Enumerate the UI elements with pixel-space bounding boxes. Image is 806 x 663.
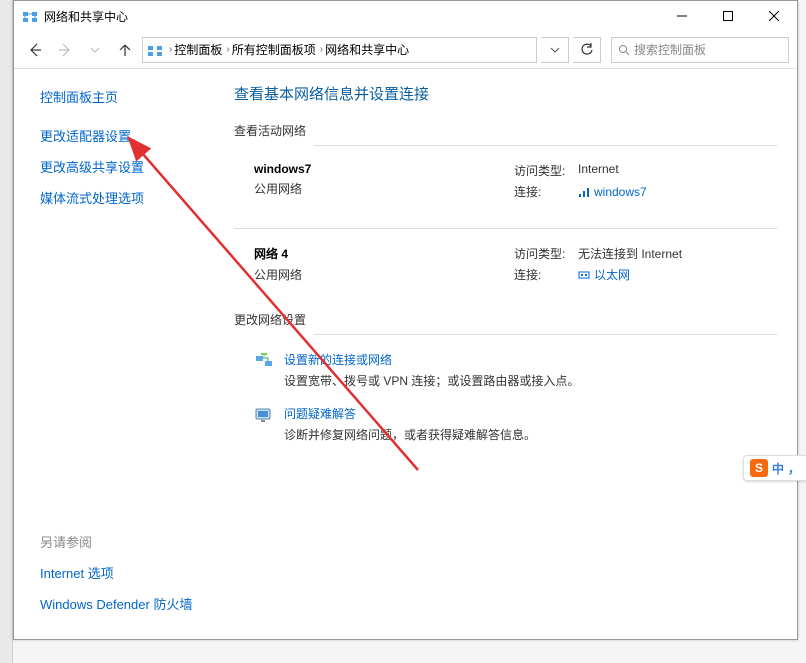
breadcrumb-icon: [147, 42, 163, 58]
minimize-button[interactable]: [659, 1, 705, 31]
search-icon: [618, 44, 630, 56]
settings-item-troubleshoot: 问题疑难解答 诊断并修复网络问题，或者获得疑难解答信息。: [254, 405, 777, 443]
connection-label: 连接:: [514, 266, 578, 283]
change-settings-label: 更改网络设置: [234, 311, 777, 328]
troubleshoot-desc: 诊断并修复网络问题，或者获得疑难解答信息。: [284, 426, 536, 443]
ime-mode: 中: [772, 460, 784, 477]
connection-link[interactable]: windows7: [578, 183, 647, 200]
ime-punct: ，: [788, 460, 800, 477]
breadcrumb-label: 网络和共享中心: [325, 41, 409, 58]
settings-item-setup: 设置新的连接或网络 设置宽带、拨号或 VPN 连接；或设置路由器或接入点。: [254, 351, 777, 389]
troubleshoot-icon: [254, 405, 274, 425]
refresh-button[interactable]: [573, 37, 601, 63]
access-type-label: 访问类型:: [514, 162, 578, 179]
sidebar-link-media-streaming[interactable]: 媒体流式处理选项: [40, 188, 200, 207]
breadcrumb-label: 控制面板: [174, 41, 222, 58]
nav-forward-button[interactable]: [52, 37, 78, 63]
connection-value: 以太网: [594, 266, 630, 283]
divider: [234, 228, 777, 229]
active-networks-label: 查看活动网络: [234, 122, 777, 139]
nav-up-button[interactable]: [112, 37, 138, 63]
body: 控制面板主页 更改适配器设置 更改高级共享设置 媒体流式处理选项 另请参阅 In…: [14, 69, 797, 639]
sogou-logo-icon: S: [750, 459, 768, 477]
sidebar-home-link[interactable]: 控制面板主页: [40, 87, 200, 106]
access-type-value: Internet: [578, 162, 619, 179]
chevron-right-icon[interactable]: ›: [169, 44, 172, 55]
setup-connection-desc: 设置宽带、拨号或 VPN 连接；或设置路由器或接入点。: [284, 372, 579, 389]
divider: [314, 334, 777, 335]
search-placeholder: 搜索控制面板: [634, 41, 706, 58]
main-content: 查看基本网络信息并设置连接 查看活动网络 windows7 公用网络 访问类型:…: [214, 69, 797, 639]
sidebar: 控制面板主页 更改适配器设置 更改高级共享设置 媒体流式处理选项 另请参阅 In…: [14, 69, 214, 639]
sidebar-link-advanced-sharing[interactable]: 更改高级共享设置: [40, 157, 200, 176]
chevron-right-icon: ›: [320, 44, 323, 55]
nav-recent-dropdown[interactable]: [82, 37, 108, 63]
page-heading: 查看基本网络信息并设置连接: [234, 83, 777, 104]
desktop-edge: [0, 0, 13, 663]
window-controls: [659, 1, 797, 31]
network-block: 网络 4 公用网络 访问类型: 无法连接到 Internet 连接: 以太网: [254, 245, 777, 287]
divider: [314, 145, 777, 146]
connection-label: 连接:: [514, 183, 578, 200]
network-name: 网络 4: [254, 245, 514, 262]
breadcrumb-label: 所有控制面板项: [232, 41, 316, 58]
chevron-right-icon: ›: [226, 44, 229, 55]
ethernet-icon: [578, 269, 590, 281]
titlebar: 网络和共享中心: [14, 1, 797, 31]
access-type-value: 无法连接到 Internet: [578, 245, 682, 262]
network-block: windows7 公用网络 访问类型: Internet 连接: windows…: [254, 162, 777, 204]
sidebar-see-also-label: 另请参阅: [40, 532, 200, 551]
navbar: › 控制面板› 所有控制面板项› 网络和共享中心 搜索控制面板: [14, 31, 797, 69]
maximize-button[interactable]: [705, 1, 751, 31]
access-type-label: 访问类型:: [514, 245, 578, 262]
connection-value: windows7: [594, 185, 647, 199]
sidebar-link-windows-firewall[interactable]: Windows Defender 防火墙: [40, 594, 200, 613]
breadcrumb-item[interactable]: 所有控制面板项 ›: [232, 41, 323, 58]
breadcrumb-dropdown[interactable]: [541, 37, 569, 63]
app-icon: [22, 8, 38, 24]
breadcrumb-item[interactable]: 控制面板 ›: [174, 41, 229, 58]
search-input[interactable]: 搜索控制面板: [611, 37, 789, 63]
network-type: 公用网络: [254, 266, 514, 283]
breadcrumb-item[interactable]: 网络和共享中心: [325, 41, 409, 58]
ime-indicator[interactable]: S 中 ，: [743, 455, 806, 481]
setup-connection-link[interactable]: 设置新的连接或网络: [284, 351, 579, 368]
breadcrumb[interactable]: › 控制面板› 所有控制面板项› 网络和共享中心: [142, 37, 537, 63]
sidebar-link-internet-options[interactable]: Internet 选项: [40, 563, 200, 582]
network-type: 公用网络: [254, 180, 514, 197]
sidebar-link-adapter-settings[interactable]: 更改适配器设置: [40, 126, 200, 145]
window: 网络和共享中心 ›: [13, 0, 798, 640]
network-name: windows7: [254, 162, 514, 176]
nav-back-button[interactable]: [22, 37, 48, 63]
connection-link[interactable]: 以太网: [578, 266, 630, 283]
setup-connection-icon: [254, 351, 274, 371]
window-title: 网络和共享中心: [44, 8, 659, 25]
troubleshoot-link[interactable]: 问题疑难解答: [284, 405, 536, 422]
close-button[interactable]: [751, 1, 797, 31]
signal-icon: [578, 186, 590, 198]
